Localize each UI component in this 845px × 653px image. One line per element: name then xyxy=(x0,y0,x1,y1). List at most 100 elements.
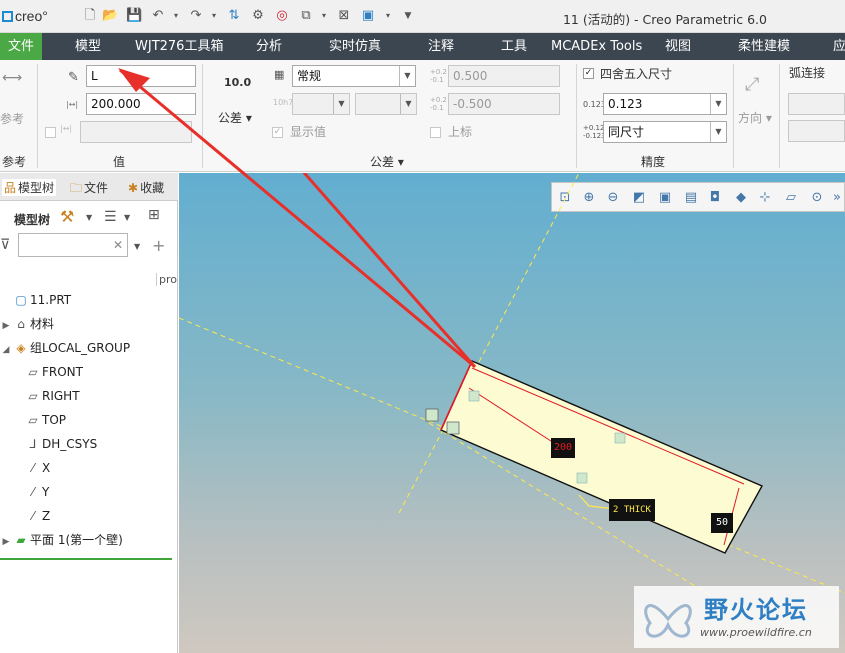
upper-tolerance-field[interactable]: 0.500 xyxy=(448,65,560,87)
tolerance-decimals-select[interactable]: 同尺寸 ▼ xyxy=(603,121,727,143)
arc-connect-field-1[interactable] xyxy=(788,93,845,115)
tree-item-right[interactable]: ▱ RIGHT xyxy=(24,385,79,407)
group-icon: ◈ xyxy=(16,341,26,355)
tolerance-fit-select-2[interactable]: ▼ xyxy=(355,93,417,115)
alt-value-field[interactable] xyxy=(80,121,192,143)
tree-item-dh-csys[interactable]: ⅃ DH_CSYS xyxy=(24,433,98,455)
settings-gear-icon[interactable]: ⚙ xyxy=(250,8,266,24)
open-folder-icon[interactable]: 📂 xyxy=(102,8,118,24)
view-dropdown-icon[interactable]: ▾ xyxy=(380,8,396,24)
dimension-label-length[interactable]: 200 xyxy=(551,438,575,458)
lower-tolerance-field[interactable]: -0.500 xyxy=(448,93,560,115)
constraint-marker xyxy=(576,472,588,484)
menu-bar: 文件 模型 WJT276工具箱 分析 实时仿真 注释 工具 MCADEx Too… xyxy=(0,33,845,60)
reference-icon[interactable]: ⟷ xyxy=(2,70,22,86)
menu-apps[interactable]: 应 xyxy=(833,33,845,60)
superscript-checkbox[interactable] xyxy=(430,127,441,138)
upper-tolerance-icon: +0.2 -0.1 xyxy=(430,68,447,84)
undo-icon[interactable]: ↶ xyxy=(150,8,166,24)
menu-file[interactable]: 文件 xyxy=(0,33,42,60)
close-window-icon[interactable]: ⊠ xyxy=(336,8,352,24)
separator xyxy=(733,64,734,168)
chevron-down-icon: ▼ xyxy=(710,122,726,142)
tab-model-tree[interactable]: 品模型树 xyxy=(2,179,57,196)
decimal-places-select[interactable]: 0.123 ▼ xyxy=(603,93,727,115)
constraint-marker xyxy=(614,432,626,444)
menu-wjt-toolbox[interactable]: WJT276工具箱 xyxy=(135,33,223,60)
tree-item-axis-z[interactable]: ⁄ Z xyxy=(24,505,50,527)
tree-item-top[interactable]: ▱ TOP xyxy=(24,409,66,431)
tree-item-axis-y[interactable]: ⁄ Y xyxy=(24,481,49,503)
tree-item-local-group[interactable]: ◢ ◈ 组LOCAL_GROUP xyxy=(0,337,131,361)
expand-icon[interactable]: ▶ xyxy=(0,315,12,337)
tools-dropdown-icon[interactable]: ▼ xyxy=(86,213,92,222)
menu-flexible-modeling[interactable]: 柔性建模 xyxy=(738,33,790,60)
tree-item-part[interactable]: ▢ 11.PRT xyxy=(0,289,71,311)
tab-favorites[interactable]: ✱ 收藏 xyxy=(128,179,164,196)
target-icon[interactable]: ◎ xyxy=(274,8,290,24)
expand-icon[interactable]: ▶ xyxy=(0,531,12,553)
window-icon[interactable]: ⧉ xyxy=(298,8,314,24)
tolerance-format-icon[interactable]: 10.0 xyxy=(224,76,251,89)
insert-marker[interactable] xyxy=(0,558,172,560)
tolerance-fit-select-1[interactable]: ▼ xyxy=(292,93,350,115)
collapse-icon[interactable]: ◢ xyxy=(0,339,12,361)
dimension-label-thickness[interactable]: 2 THICK xyxy=(609,499,655,521)
tree-item-front[interactable]: ▱ FRONT xyxy=(24,361,83,383)
tree-item-axis-x[interactable]: ⁄ X xyxy=(24,457,50,479)
chevron-down-icon: ▼ xyxy=(400,94,416,114)
dimension-name-field[interactable]: L xyxy=(86,65,196,87)
redo-dropdown-icon[interactable]: ▾ xyxy=(206,8,222,24)
graphics-viewport[interactable]: ⊡ ⊕ ⊖ ◩ ▣ ▤ ◘ ◆ ⊹ ▱ ⊙ » 200 2 THICK 50 xyxy=(179,173,845,653)
model-tree-panel: 品模型树 🗀 文件 ✱ 收藏 模型树 ⚒ ▼ ☰ ▼ ⊞ ⊽ ✕ ▼ + pro ▢… xyxy=(0,173,178,653)
tools-icon[interactable]: ⚒ xyxy=(60,207,74,226)
plane-icon: ▱ xyxy=(28,365,38,379)
menu-realtime-sim[interactable]: 实时仿真 xyxy=(329,33,381,60)
direction-icon[interactable]: ⤢ xyxy=(745,74,759,95)
settings-list-icon[interactable]: ☰ xyxy=(104,209,117,225)
direction-button[interactable]: 方向 ▾ xyxy=(738,109,772,126)
group-label-precision: 精度 xyxy=(641,155,666,169)
menu-annotate[interactable]: 注释 xyxy=(428,33,454,60)
watermark-title: 野火论坛 xyxy=(704,596,808,624)
search-dropdown-icon[interactable]: ▼ xyxy=(134,242,140,251)
customize-toolbar-icon[interactable]: ▼ xyxy=(400,8,416,24)
group-label-tolerance[interactable]: 公差 ▾ xyxy=(370,153,404,170)
separator xyxy=(779,64,780,168)
tree-search-input[interactable]: ✕ xyxy=(18,233,128,257)
model-tree-menu[interactable]: 模型树 xyxy=(14,211,50,228)
dimension-label-width[interactable]: 50 xyxy=(711,513,733,533)
filter-icon[interactable]: ⊽ xyxy=(0,237,10,253)
add-column-icon[interactable]: + xyxy=(152,236,165,255)
menu-analysis[interactable]: 分析 xyxy=(256,33,282,60)
clear-icon[interactable]: ✕ xyxy=(113,238,123,252)
tree-item-first-wall[interactable]: ▶ ▰ 平面 1(第一个壁) xyxy=(0,529,123,551)
cube-view-icon[interactable]: ▣ xyxy=(360,8,376,24)
regenerate-icon[interactable]: ⇅ xyxy=(226,8,242,24)
tolerance-button[interactable]: 公差 ▾ xyxy=(218,109,252,126)
wall-icon: ▰ xyxy=(16,533,26,547)
column-header[interactable]: pro xyxy=(156,273,177,286)
menu-tools[interactable]: 工具 xyxy=(501,33,527,60)
tolerance-standard-select[interactable]: 常规 ▼ xyxy=(292,65,416,87)
save-icon[interactable]: 💾 xyxy=(126,8,142,24)
menu-mcadex[interactable]: MCADEx Tools xyxy=(551,33,642,60)
show-icon[interactable]: ⊞ xyxy=(148,207,160,223)
menu-model[interactable]: 模型 xyxy=(75,33,101,60)
dimension-value-field[interactable]: 200.000 xyxy=(86,93,196,115)
settings-dropdown-icon[interactable]: ▼ xyxy=(124,213,130,222)
alt-value-checkbox[interactable] xyxy=(45,127,56,138)
separator xyxy=(576,64,577,168)
tree-item-material[interactable]: ▶ ⌂ 材料 xyxy=(0,313,54,335)
redo-icon[interactable]: ↷ xyxy=(188,8,204,24)
show-value-checkbox[interactable]: ✓ xyxy=(272,127,283,138)
arc-connect-field-2[interactable] xyxy=(788,120,845,142)
menu-view[interactable]: 视图 xyxy=(665,33,691,60)
rounded-dimension-checkbox[interactable]: ✓ xyxy=(583,68,594,79)
reference-button[interactable]: 参考 xyxy=(0,110,24,127)
show-value-label: 显示值 xyxy=(290,125,327,139)
undo-dropdown-icon[interactable]: ▾ xyxy=(168,8,184,24)
new-file-icon[interactable]: 🗋 xyxy=(82,8,98,24)
tab-files[interactable]: 🗀 文件 xyxy=(70,179,108,200)
window-dropdown-icon[interactable]: ▾ xyxy=(316,8,332,24)
